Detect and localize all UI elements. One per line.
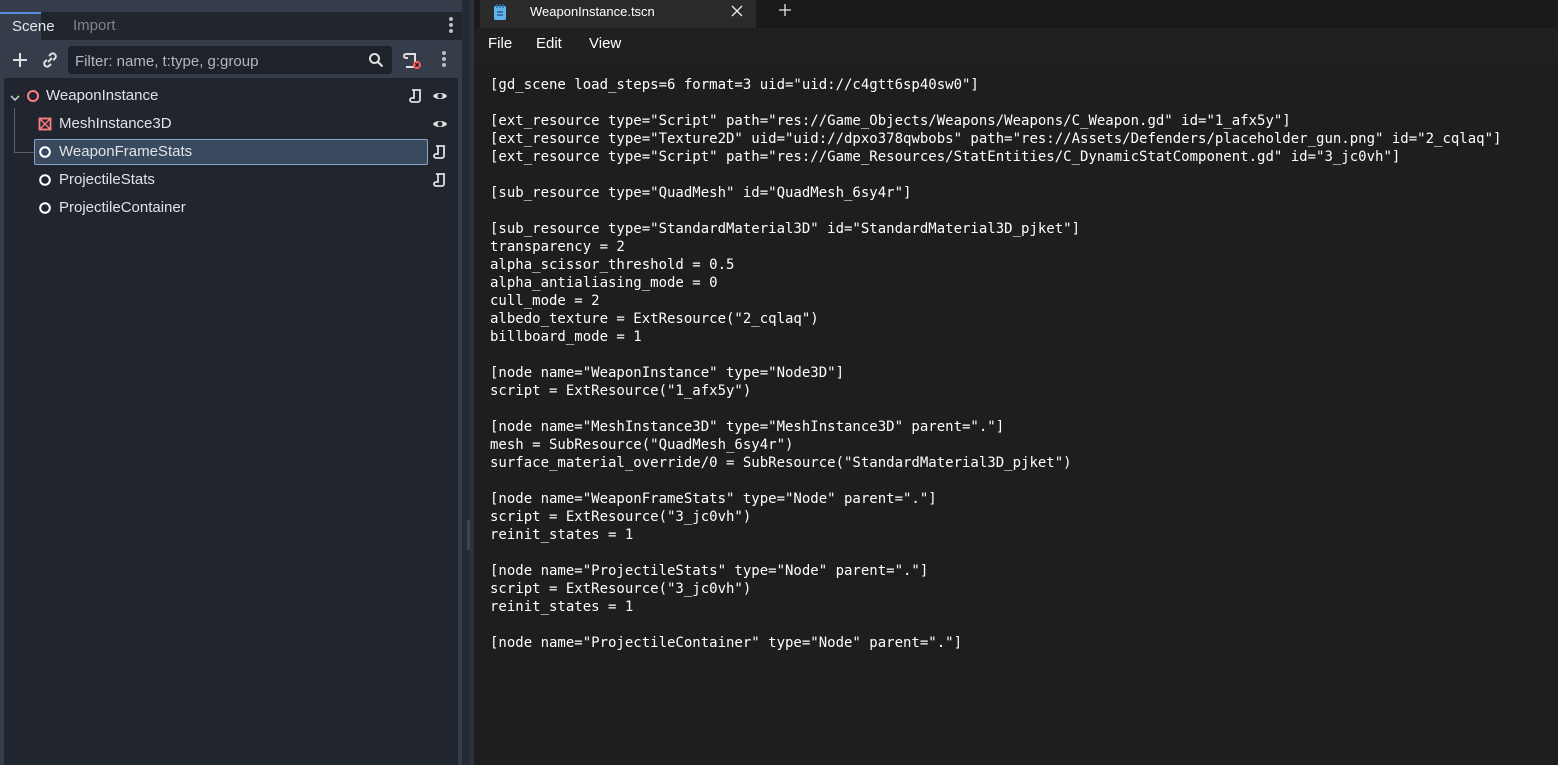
close-icon[interactable] [730,4,744,18]
code-line: billboard_mode = 1 [490,329,642,345]
code-line: [ext_resource type="Script" path="res://… [490,149,1401,165]
tree-row-projectilestats[interactable]: ProjectileStats [4,166,458,194]
menu-file[interactable]: File [488,28,512,60]
node-label: WeaponInstance [46,87,159,104]
vertical-dots-icon[interactable] [444,17,458,35]
eye-icon[interactable] [432,88,448,104]
script-filter-icon[interactable] [400,48,424,72]
file-tab[interactable]: WeaponInstance.tscn [480,0,756,28]
node-label: ProjectileContainer [59,199,186,216]
code-line: alpha_antialiasing_mode = 0 [490,275,718,291]
scene-tree: WeaponInstance MeshInstance3D WeaponFram… [4,78,458,765]
tab-import[interactable]: Import [63,12,126,40]
tree-row-meshinstance3d[interactable]: MeshInstance3D [4,110,458,138]
plus-icon[interactable] [778,3,792,17]
chevron-down-icon[interactable] [10,90,20,102]
code-line: [ext_resource type="Texture2D" uid="uid:… [490,131,1502,147]
code-line: [node name="MeshInstance3D" type="MeshIn… [490,419,1005,435]
scene-toolbar [0,44,462,76]
code-line: reinit_states = 1 [490,599,634,615]
code-line: script = ExtResource("1_afx5y") [490,383,752,399]
filter-input[interactable] [68,46,367,76]
menu-edit[interactable]: Edit [536,28,562,60]
scene-dock: Scene Import Filter: name, t:type, g:gro… [0,0,462,765]
code-line: [gd_scene load_steps=6 format=3 uid="uid… [490,77,979,93]
code-line: albedo_texture = ExtResource("2_cqlaq") [490,311,819,327]
script-icon[interactable] [432,172,448,188]
tree-row-weaponframestats[interactable]: WeaponFrameStats [4,138,458,166]
menu-bar: File Edit View [474,28,1558,62]
code-line: reinit_states = 1 [490,527,634,543]
menu-view[interactable]: View [589,28,621,60]
code-line: alpha_scissor_threshold = 0.5 [490,257,735,273]
code-line: transparency = 2 [490,239,625,255]
filter-box [68,46,392,76]
notepad-icon [492,3,508,21]
code-line: [node name="ProjectileContainer" type="N… [490,635,963,651]
code-line: [ext_resource type="Script" path="res://… [490,113,1291,129]
code-line: [sub_resource type="QuadMesh" id="QuadMe… [490,185,912,201]
search-icon[interactable] [368,52,384,68]
code-line: [node name="WeaponFrameStats" type="Node… [490,491,937,507]
script-icon[interactable] [408,88,424,104]
node-icon [38,173,52,187]
node3d-icon [26,89,40,103]
tree-row-weaponinstance[interactable]: WeaponInstance [4,82,458,110]
code-line: script = ExtResource("3_jc0vh") [490,509,752,525]
mesh-instance-icon [38,117,52,131]
code-line: [node name="ProjectileStats" type="Node"… [490,563,929,579]
node-label: WeaponFrameStats [59,143,193,160]
notepad-window: WeaponInstance.tscn File Edit View [gd_s… [474,0,1558,765]
node-label: MeshInstance3D [59,115,172,132]
tree-row-projectilecontainer[interactable]: ProjectileContainer [4,194,458,222]
code-line: cull_mode = 2 [490,293,600,309]
text-editor[interactable]: [gd_scene load_steps=6 format=3 uid="uid… [474,62,1558,765]
node-icon [38,201,52,215]
dock-tab-bar: Scene Import [0,12,462,40]
file-tab-title: WeaponInstance.tscn [530,4,655,19]
vertical-dots-icon[interactable] [432,48,456,72]
node-label: ProjectileStats [59,171,155,188]
script-icon[interactable] [432,144,448,160]
code-line: [node name="WeaponInstance" type="Node3D… [490,365,845,381]
title-bar: WeaponInstance.tscn [474,0,1558,28]
node-icon [38,145,52,159]
link-icon[interactable] [38,48,62,72]
eye-icon[interactable] [432,116,448,132]
code-line: [sub_resource type="StandardMaterial3D" … [490,221,1081,237]
code-line: mesh = SubResource("QuadMesh_6sy4r") [490,437,794,453]
plus-icon[interactable] [8,48,32,72]
tab-scene[interactable]: Scene [0,12,55,40]
code-line: surface_material_override/0 = SubResourc… [490,455,1072,471]
code-line: script = ExtResource("3_jc0vh") [490,581,752,597]
